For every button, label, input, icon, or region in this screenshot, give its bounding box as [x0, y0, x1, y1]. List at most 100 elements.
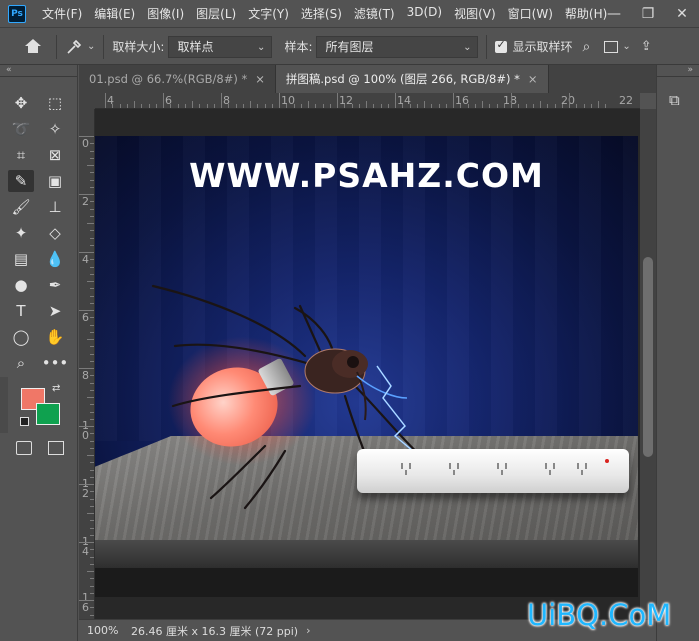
hand-tool-icon[interactable]: ✋ — [42, 326, 68, 348]
socket-icon — [541, 461, 567, 477]
horizontal-ruler[interactable]: 4 6 8 10 12 14 16 18 20 22 — [95, 93, 640, 109]
frame-tool-icon[interactable]: ⊠ — [42, 144, 68, 166]
menu-bar: Ps 文件(F) 编辑(E) 图像(I) 图层(L) 文字(Y) 选择(S) 滤… — [0, 0, 699, 28]
blur-tool-icon[interactable]: 💧 — [42, 248, 68, 270]
ruler-tick-label: 16 — [82, 591, 89, 614]
panel-handle-icon[interactable] — [0, 377, 8, 433]
divider — [486, 34, 488, 59]
move-tool-icon[interactable]: ✥ — [8, 92, 34, 114]
ruler-tick — [547, 104, 549, 108]
show-ring-checkbox[interactable] — [495, 38, 508, 53]
menu-image[interactable]: 图像(I) — [141, 5, 190, 22]
ruler-tick — [90, 505, 94, 507]
ruler-tick — [511, 93, 512, 108]
eyedropper-preset-icon[interactable] — [65, 38, 83, 56]
document-canvas[interactable]: WWW.PSAHZ.COM — [95, 136, 638, 597]
ruler-tick — [438, 104, 440, 108]
eraser-tool-icon[interactable]: ◇ — [42, 222, 68, 244]
ruler-tick-label: 4 — [82, 253, 89, 266]
lasso-tool-icon[interactable]: ➰ — [8, 118, 34, 140]
canvas-workspace[interactable]: WWW.PSAHZ.COM — [95, 109, 640, 619]
document-tabs: 01.psd @ 66.7%(RGB/8#) * × 拼图稿.psd @ 100… — [79, 65, 656, 93]
crop-tool-icon[interactable]: ⌗ — [8, 144, 34, 166]
ruler-tick — [87, 223, 94, 224]
type-tool-icon[interactable]: T — [8, 300, 34, 322]
chevron-down-icon[interactable]: ⌄ — [622, 41, 630, 52]
ruler-tick — [293, 104, 295, 108]
ruler-tick — [87, 281, 94, 282]
ruler-tick — [286, 104, 288, 108]
menu-3d[interactable]: 3D(D) — [401, 5, 448, 22]
ruler-tick — [351, 104, 353, 108]
history-panel-icon[interactable]: ⧉ — [669, 91, 687, 109]
history-brush-tool-icon[interactable]: ✦ — [8, 222, 34, 244]
ruler-tick — [90, 150, 94, 152]
swap-colors-icon[interactable]: ⇄ — [52, 383, 60, 394]
menu-filter[interactable]: 滤镜(T) — [348, 5, 401, 22]
brush-tool-icon[interactable]: 🖌 — [8, 196, 34, 218]
zoom-tool-icon[interactable]: ⌕ — [8, 352, 34, 374]
tab-document-2[interactable]: 拼图稿.psd @ 100% (图层 266, RGB/8#) * × — [275, 65, 549, 93]
menu-edit[interactable]: 编辑(E) — [88, 5, 141, 22]
more-tools-icon[interactable]: ••• — [42, 352, 69, 374]
vertical-scrollbar[interactable] — [640, 109, 656, 619]
search-icon[interactable]: ⌕ — [583, 39, 591, 55]
tab-document-1[interactable]: 01.psd @ 66.7%(RGB/8#) * × — [79, 65, 276, 93]
workspace-icon[interactable] — [604, 40, 619, 53]
sample-size-select[interactable]: 取样点 ⌄ — [168, 35, 273, 58]
ruler-tick — [90, 563, 94, 565]
ruler-tick-label: 6 — [82, 311, 89, 324]
background-color-swatch[interactable] — [36, 403, 60, 425]
ruler-tick-label: 18 — [503, 94, 517, 107]
menu-window[interactable]: 窗口(W) — [502, 5, 559, 22]
menu-view[interactable]: 视图(V) — [448, 5, 502, 22]
ruler-tick — [445, 104, 447, 108]
ruler-tick — [184, 104, 186, 108]
scrollbar-thumb[interactable] — [643, 257, 653, 457]
power-led — [605, 459, 609, 463]
minimize-button[interactable]: — — [597, 0, 631, 28]
sample-select[interactable]: 所有图层 ⌄ — [316, 35, 479, 58]
sample-label: 样本: — [284, 40, 313, 54]
dodge-tool-icon[interactable]: ● — [8, 274, 34, 296]
default-colors-icon[interactable] — [20, 417, 29, 426]
ruler-tick — [192, 101, 193, 108]
ruler-tick — [79, 310, 94, 311]
ruler-tick — [482, 101, 483, 108]
magic-wand-tool-icon[interactable]: ✧ — [42, 118, 68, 140]
ruler-tick — [90, 186, 94, 188]
marquee-tool-icon[interactable]: ⬚ — [42, 92, 68, 114]
chevron-down-icon[interactable]: ⌄ — [87, 41, 95, 52]
chevron-right-icon[interactable]: › — [306, 624, 310, 637]
gradient-tool-icon[interactable]: ▤ — [8, 248, 34, 270]
menu-layer[interactable]: 图层(L) — [190, 5, 242, 22]
close-icon[interactable]: × — [255, 72, 265, 86]
restore-button[interactable]: ❐ — [631, 0, 665, 28]
menu-type[interactable]: 文字(Y) — [242, 5, 295, 22]
ruler-tick — [90, 295, 94, 297]
home-icon[interactable] — [18, 32, 48, 62]
ruler-tick — [561, 104, 563, 108]
zoom-level[interactable]: 100% — [79, 624, 121, 637]
quick-mask-icon[interactable] — [16, 441, 32, 455]
stamp-tool-icon[interactable]: ⊥ — [42, 196, 68, 218]
share-icon[interactable]: ⇪ — [641, 39, 652, 54]
canvas-title-text: WWW.PSAHZ.COM — [189, 156, 544, 195]
ruler-origin[interactable] — [79, 93, 95, 109]
path-select-tool-icon[interactable]: ➤ — [42, 300, 68, 322]
patch-tool-icon[interactable]: ▣ — [42, 170, 68, 192]
photoshop-logo-icon: Ps — [8, 4, 26, 23]
eyedropper-tool-icon[interactable]: ✎ — [8, 170, 34, 192]
screen-mode-icon[interactable] — [48, 441, 64, 455]
ruler-tick — [90, 244, 94, 246]
ellipse-tool-icon[interactable]: ◯ — [8, 326, 34, 348]
close-icon[interactable]: × — [528, 72, 538, 86]
close-button[interactable]: ✕ — [665, 0, 699, 28]
menu-file[interactable]: 文件(F) — [36, 5, 88, 22]
collapse-panel-icon[interactable]: » — [657, 65, 699, 77]
collapse-panel-icon[interactable]: « — [0, 65, 77, 77]
menu-select[interactable]: 选择(S) — [295, 5, 348, 22]
pen-tool-icon[interactable]: ✒ — [42, 274, 68, 296]
ruler-tick — [79, 252, 94, 253]
vertical-ruler[interactable]: 0 2 4 6 8 10 12 14 16 — [79, 109, 95, 619]
